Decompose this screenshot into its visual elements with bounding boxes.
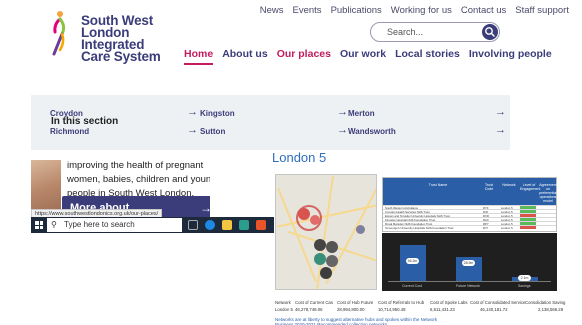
table-header-cell: Network — [502, 183, 516, 187]
topnav-staff-support[interactable]: Staff support — [515, 5, 569, 16]
topnav-contact-us[interactable]: Contact us — [461, 5, 506, 16]
topnav-news[interactable]: News — [260, 5, 284, 16]
nav-about-us[interactable]: About us — [222, 48, 268, 65]
edge-browser-icon[interactable] — [205, 220, 215, 230]
taskbar-search-box[interactable]: ⚲ Type here to search — [47, 218, 182, 232]
logo-wordmark: South West London Integrated Care System — [81, 14, 161, 64]
nav-home[interactable]: Home — [184, 48, 214, 65]
arrow-right-icon: → — [337, 124, 348, 136]
arrow-right-icon: → — [495, 124, 506, 136]
search-placeholder: Search... — [387, 27, 424, 37]
powerpoint-icon[interactable] — [256, 220, 266, 230]
search-icon: ⚲ — [51, 220, 57, 229]
nav-our-places[interactable]: Our places — [277, 48, 331, 65]
search-button[interactable] — [482, 24, 498, 40]
file-explorer-icon[interactable] — [222, 220, 232, 230]
taskbar-search-text: Type here to search — [64, 220, 135, 229]
arrow-right-icon: → — [200, 201, 210, 215]
link-label: Merton — [348, 109, 375, 118]
cost-bar-chart: 46.2m 28.9m 2.1m Current Cost Future Net… — [382, 233, 557, 291]
section-link-richmond[interactable]: Richmond → — [50, 124, 198, 141]
search-icon — [485, 27, 495, 37]
arrow-right-icon: → — [495, 106, 506, 118]
network-map — [275, 174, 377, 290]
link-label: Richmond — [50, 127, 90, 136]
table-header-cell: Agreement on preferential operations mod… — [539, 183, 557, 203]
in-this-section-panel: In this section Croydon → Kingston → Mer… — [31, 95, 510, 150]
windows-start-icon[interactable] — [35, 221, 43, 229]
arrow-right-icon: → — [187, 106, 198, 118]
bar-value-label: 28.9m — [462, 260, 475, 266]
section-link-kingston[interactable]: Kingston → — [200, 106, 348, 123]
section-link-wandsworth[interactable]: Wandsworth → — [348, 124, 506, 141]
nav-local-stories[interactable]: Local stories — [395, 48, 460, 65]
nav-involving-people[interactable]: Involving people — [469, 48, 552, 65]
arrow-right-icon: → — [337, 106, 348, 118]
link-label: Kingston — [200, 109, 235, 118]
search-input[interactable]: Search... — [370, 22, 500, 42]
x-axis — [388, 281, 551, 282]
topnav-events[interactable]: Events — [293, 5, 322, 16]
bar-category-label: Future Network — [456, 284, 480, 288]
store-icon[interactable] — [239, 220, 249, 230]
link-label: Sutton — [200, 127, 226, 136]
link-label: Croydon — [50, 109, 83, 118]
table-row: St George's University Hospitals NHS Fou… — [383, 225, 556, 230]
table-header-cell: Trust Code — [484, 183, 494, 191]
bar-category-label: Savings — [518, 284, 531, 288]
doc-footnote: Networks are at liberty to suggest alter… — [275, 317, 438, 325]
doc-title: London 5 — [272, 150, 327, 165]
table-header-cell: Trust Name — [428, 183, 448, 187]
topnav-publications[interactable]: Publications — [331, 5, 382, 16]
trust-table: Trust Name Trust Code Network Level of E… — [382, 177, 557, 232]
topnav-working-for-us[interactable]: Working for us — [391, 5, 452, 16]
task-view-icon[interactable] — [188, 220, 198, 230]
arrow-right-icon: → — [187, 124, 198, 136]
section-link-sutton[interactable]: Sutton → — [200, 124, 348, 141]
bar-value-label: 46.2m — [406, 258, 419, 264]
card-text: improving the health of pregnant women, … — [67, 160, 210, 199]
windows-taskbar: ⚲ Type here to search — [31, 217, 274, 233]
link-label: Wandsworth — [348, 127, 396, 136]
table-header-cell: Level of Engagement — [520, 183, 541, 191]
bar-category-label: Current Cost — [402, 284, 422, 288]
site-logo[interactable]: South West London Integrated Care System — [50, 10, 190, 64]
main-nav: Home About us Our places Our work Local … — [184, 48, 552, 65]
table-header: Trust Name Trust Code Network Level of E… — [383, 178, 557, 205]
logo-mark-icon — [52, 11, 66, 56]
logo-line: Care System — [81, 49, 161, 64]
nav-our-work[interactable]: Our work — [340, 48, 386, 65]
utility-nav: News Events Publications Working for us … — [260, 5, 569, 16]
section-link-croydon[interactable]: Croydon → — [50, 106, 198, 123]
section-link-merton[interactable]: Merton → — [348, 106, 506, 123]
